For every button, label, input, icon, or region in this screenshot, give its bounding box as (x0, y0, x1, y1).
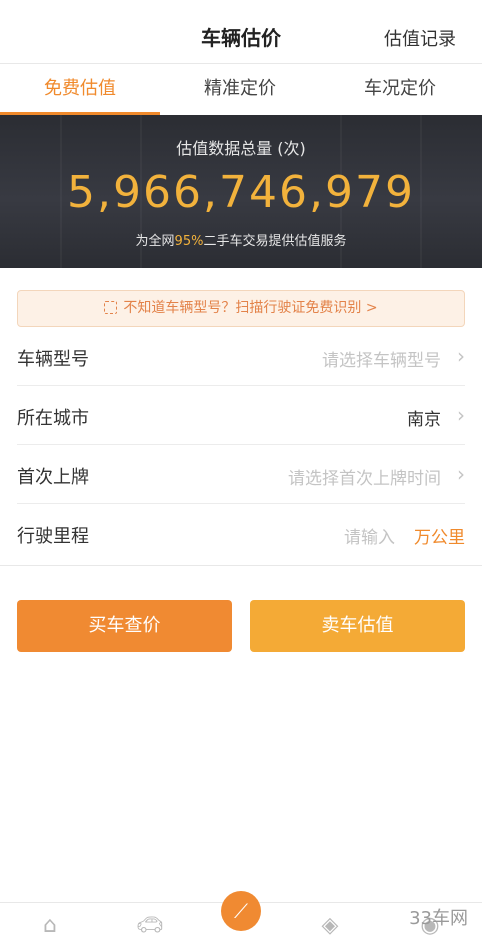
header: 车辆估价 估值记录 (0, 0, 482, 64)
valuation-record-link[interactable]: 估值记录 (384, 25, 456, 51)
chevron-right-icon: › (457, 462, 465, 486)
mileage-label: 行驶里程 (17, 526, 89, 547)
tab-precise-pricing[interactable]: 精准定价 (160, 64, 320, 115)
vehicle-model-placeholder: 请选择车辆型号 (322, 351, 441, 371)
vehicle-model-row[interactable]: 车辆型号 请选择车辆型号 › (17, 327, 465, 386)
first-registration-row[interactable]: 首次上牌 请选择首次上牌时间 › (17, 445, 465, 504)
first-registration-label: 首次上牌 (17, 467, 89, 488)
form-divider (0, 565, 482, 566)
buy-car-price-button[interactable]: 买车查价 (17, 600, 232, 652)
tab-condition-pricing[interactable]: 车况定价 (320, 64, 480, 115)
mileage-unit: 万公里 (414, 528, 465, 548)
stats-label: 估值数据总量 (次) (176, 139, 306, 158)
first-registration-placeholder: 请选择首次上牌时间 (288, 469, 441, 489)
city-row[interactable]: 所在城市 南京 › (17, 386, 465, 445)
stats-sub-prefix: 为全网 (135, 234, 175, 249)
chevron-right-icon: › (457, 344, 465, 368)
city-label: 所在城市 (17, 408, 89, 429)
mileage-row: 行驶里程 请输入 万公里 (17, 504, 465, 563)
chevron-right-icon: › (457, 403, 465, 427)
home-icon[interactable]: ⌂ (35, 911, 65, 940)
scan-tip-text: 不知道车辆型号？扫描行驶证免费识别 > (123, 300, 378, 316)
stats-banner: 估值数据总量 (次) 5,966,746,979 为全网95%二手车交易提供估值… (0, 115, 482, 268)
car-icon[interactable]: 🚗︎ (135, 911, 165, 940)
stats-sub-suffix: 二手车交易提供估值服务 (203, 234, 347, 249)
watermark: 33车网 (409, 908, 468, 929)
stats-total: 5,966,746,979 (67, 167, 415, 218)
tag-icon[interactable]: ◈ (315, 911, 345, 940)
scan-license-tip[interactable]: 不知道车辆型号？扫描行驶证免费识别 > (17, 290, 465, 327)
sell-car-valuation-button[interactable]: 卖车估值 (250, 600, 465, 652)
city-value: 南京 (407, 410, 441, 430)
chart-icon[interactable]: ⟋ (221, 891, 261, 931)
stats-sub-pct: 95% (174, 234, 204, 249)
vehicle-model-label: 车辆型号 (17, 349, 89, 370)
scan-icon (104, 301, 118, 314)
mileage-input[interactable]: 请输入 (344, 523, 395, 548)
tab-free-valuation[interactable]: 免费估值 (0, 64, 160, 115)
valuation-tabs: 免费估值 精准定价 车况定价 (0, 64, 482, 115)
stats-subtitle: 为全网95%二手车交易提供估值服务 (0, 230, 482, 249)
